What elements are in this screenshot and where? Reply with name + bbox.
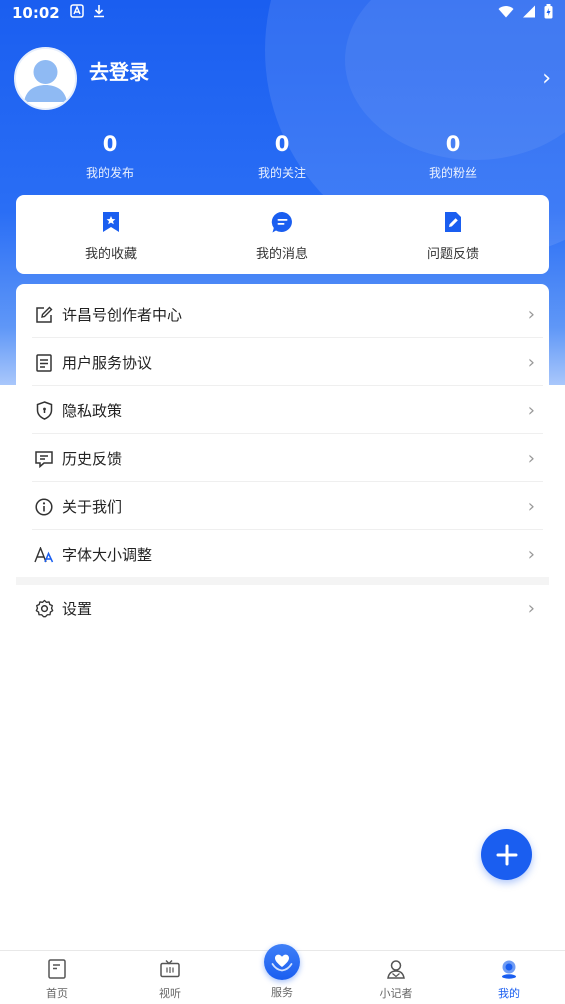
menu-item-creator-center[interactable]: 许昌号创作者中心 › — [16, 291, 549, 338]
nav-video[interactable]: 视听 — [130, 959, 210, 1001]
login-link[interactable]: 去登录 — [89, 56, 149, 85]
font-size-icon — [34, 545, 54, 565]
profile-row[interactable]: 去登录 › — [14, 46, 551, 110]
bookmark-star-icon — [51, 211, 171, 235]
download-icon — [92, 4, 106, 22]
nav-label: 我的 — [498, 987, 520, 1000]
edit-document-icon — [393, 211, 513, 235]
wifi-icon — [498, 4, 514, 22]
chevron-right-icon: › — [527, 352, 535, 373]
edit-square-icon — [34, 305, 54, 325]
stat-posts[interactable]: 0 我的发布 — [50, 130, 170, 181]
chevron-right-icon[interactable]: › — [542, 66, 551, 91]
menu-item-settings[interactable]: 设置 › — [16, 585, 549, 632]
document-icon — [34, 353, 54, 373]
stat-value: 0 — [102, 132, 118, 156]
stats-row: 0 我的发布 0 我的关注 0 我的粉丝 — [0, 130, 565, 184]
avatar[interactable] — [14, 46, 77, 110]
user-icon — [469, 959, 549, 981]
chevron-right-icon: › — [527, 598, 535, 619]
divider — [32, 385, 543, 386]
menu-item-label: 字体大小调整 — [62, 546, 153, 564]
nav-service[interactable] — [264, 944, 300, 980]
menu-item-label: 设置 — [62, 600, 93, 618]
menu-item-label: 历史反馈 — [62, 450, 123, 468]
chevron-right-icon: › — [527, 304, 535, 325]
stat-label: 我的粉丝 — [428, 166, 477, 180]
font-notification-icon — [70, 4, 84, 22]
menu-item-font-size[interactable]: 字体大小调整 › — [16, 531, 549, 578]
menu-item-label: 隐私政策 — [62, 402, 123, 420]
divider — [32, 529, 543, 530]
menu-item-label: 用户服务协议 — [62, 354, 153, 372]
nav-home[interactable]: 首页 — [17, 959, 97, 1001]
status-bar: 10:02 — [0, 0, 565, 26]
home-doc-icon — [17, 959, 97, 981]
chevron-right-icon: › — [527, 448, 535, 469]
stat-value: 0 — [274, 132, 290, 156]
info-icon — [34, 497, 54, 517]
quick-action-feedback[interactable]: 问题反馈 — [393, 211, 513, 262]
tv-icon — [130, 959, 210, 981]
menu-item-label: 许昌号创作者中心 — [62, 306, 183, 324]
menu-item-history-feedback[interactable]: 历史反馈 › — [16, 435, 549, 482]
quick-actions-card: 我的收藏 我的消息 问题反馈 — [16, 195, 549, 274]
menu-list: 许昌号创作者中心 › 用户服务协议 › 隐私政策 › 历史反馈 › 关于我们 › — [16, 284, 549, 577]
heart-hands-icon — [271, 954, 293, 972]
menu-item-about-us[interactable]: 关于我们 › — [16, 483, 549, 530]
nav-label: 小记者 — [379, 987, 413, 1000]
signal-icon — [522, 4, 536, 22]
stat-label: 我的关注 — [257, 166, 306, 180]
status-time: 10:02 — [12, 4, 60, 22]
nav-label: 首页 — [46, 987, 68, 1000]
quick-action-label: 我的收藏 — [84, 247, 137, 262]
plus-icon — [496, 844, 517, 865]
chevron-right-icon: › — [527, 400, 535, 421]
quick-action-messages[interactable]: 我的消息 — [222, 211, 342, 262]
nav-label[interactable]: 服务 — [242, 984, 322, 1000]
avatar-placeholder-icon — [16, 48, 75, 108]
quick-action-favorites[interactable]: 我的收藏 — [51, 211, 171, 262]
stat-label: 我的发布 — [85, 166, 134, 180]
nav-label: 视听 — [159, 987, 181, 1000]
nav-reporter[interactable]: 小记者 — [356, 959, 436, 1001]
chevron-right-icon: › — [527, 496, 535, 517]
quick-action-label: 问题反馈 — [426, 247, 479, 262]
nav-mine[interactable]: 我的 — [469, 959, 549, 1001]
divider — [32, 481, 543, 482]
shield-icon — [34, 401, 54, 421]
add-fab-button[interactable] — [481, 829, 532, 880]
stat-value: 0 — [445, 132, 461, 156]
divider — [32, 337, 543, 338]
menu-item-label: 关于我们 — [62, 498, 123, 516]
chat-bubble-icon — [222, 211, 342, 235]
section-gap — [16, 577, 549, 585]
chevron-right-icon: › — [527, 544, 535, 565]
menu-item-privacy-policy[interactable]: 隐私政策 › — [16, 387, 549, 434]
stat-following[interactable]: 0 我的关注 — [222, 130, 342, 181]
stat-fans[interactable]: 0 我的粉丝 — [393, 130, 513, 181]
message-icon — [34, 449, 54, 469]
battery-icon — [544, 3, 553, 23]
quick-action-label: 我的消息 — [255, 247, 308, 262]
menu-item-user-agreement[interactable]: 用户服务协议 › — [16, 339, 549, 386]
reporter-icon — [356, 959, 436, 981]
gear-icon — [34, 599, 54, 619]
divider — [32, 433, 543, 434]
